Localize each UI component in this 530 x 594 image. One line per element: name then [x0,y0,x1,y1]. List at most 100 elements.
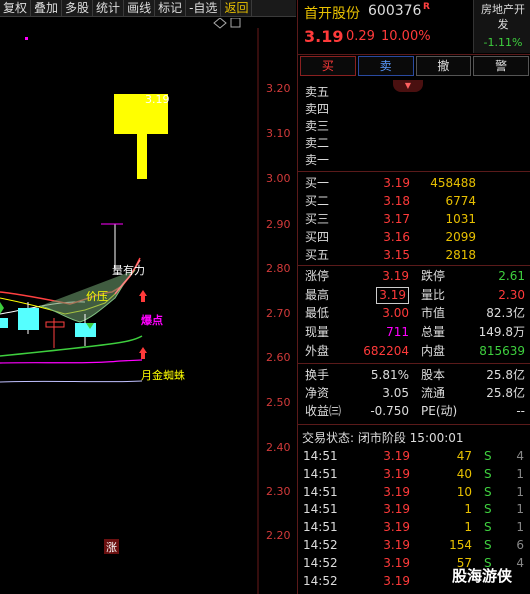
toolbar-stats-button[interactable]: 统计 [93,0,125,16]
limit-up-tag-label: 涨 [106,541,117,554]
bid-row[interactable]: 买四 3.16 2099 [298,229,530,246]
diamond-icon[interactable] [213,18,227,29]
toolbar-fuquan-button[interactable]: 复权 [0,0,32,16]
ask-row[interactable]: 卖一 [298,152,530,169]
cancel-order-button[interactable]: 撤 [415,56,472,76]
toolbar-overlay-button[interactable]: 叠加 [31,0,63,16]
tick-volume: 1 [464,520,472,534]
window-box-icon[interactable] [230,18,241,28]
ask-row[interactable]: 卖五 [298,84,530,101]
tick-row: 14:51 3.19 40 S 1 [298,466,530,483]
tick-price: 3.19 [383,538,410,552]
stat-label: 量比 [421,288,446,302]
bid-price: 3.18 [383,194,410,208]
ask-row[interactable]: 卖四 [298,101,530,118]
stat-label: 最高 [305,288,330,302]
bid-label: 买二 [305,194,330,208]
tick-side: S [484,502,492,516]
stat-eps: 收益㈢ -0.750 [305,403,409,420]
ma-magenta-line [0,359,143,364]
stock-terminal: 复权 叠加 多股 统计 画线 标记 -自选 返回 3.20 3.10 3.00 … [0,0,530,594]
toolbar-multi-stock-button[interactable]: 多股 [62,0,94,16]
sell-button[interactable]: 卖 [357,56,414,76]
tick-volume: 1 [464,502,472,516]
tick-volume: 10 [456,485,472,499]
tick-side: S [484,449,492,463]
stat-label: 流通 [421,386,446,400]
candle [0,318,8,328]
tick-time: 14:51 [303,467,338,481]
stat-label: 现量 [305,325,330,339]
stat-inner-volume: 内盘 815639 [421,343,525,360]
bid-label: 买五 [305,248,330,262]
tick-price: 3.19 [383,467,410,481]
stat-label: 跌停 [421,269,446,283]
quote-panel: 首开股份 600376 R 3.19 0.29 10.00% 房地产开发 -1.… [297,0,530,594]
buy-button[interactable]: 买 [300,56,356,76]
bid-row[interactable]: 买五 3.15 2818 [298,247,530,264]
price-label: 3.00 [266,172,291,185]
stat-value: 815639 [479,344,525,358]
tick-time: 14:52 [303,556,338,570]
toolbar-back-button[interactable]: 返回 [221,0,253,16]
stat-turnover: 换手 5.81% [305,367,409,384]
price-label: 2.80 [266,262,291,275]
tick-price: 3.19 [383,485,410,499]
price-label: 2.20 [266,529,291,542]
toolbar-draw-line-button[interactable]: 画线 [124,0,156,16]
bid-row[interactable]: 买三 3.17 1031 [298,211,530,228]
stat-value: 3.19 [376,287,409,304]
stock-name[interactable]: 首开股份 [304,3,360,23]
stat-label: 市值 [421,306,446,320]
tick-side: S [484,485,492,499]
stat-value: 5.81% [370,368,409,382]
bid-row[interactable]: 买一 3.19 458488 [298,175,530,192]
tick-time: 14:51 [303,449,338,463]
tick-time: 14:52 [303,538,338,552]
bid-label: 买一 [305,176,330,190]
tick-row: 14:51 3.19 1 S 1 [298,501,530,518]
stat-label: 最低 [305,306,330,320]
toolbar-remove-watchlist-button[interactable]: -自选 [186,0,222,16]
stat-label: 总量 [421,325,446,339]
bid-row[interactable]: 买二 3.18 6774 [298,193,530,210]
kline-chart[interactable]: 3.20 3.10 3.00 2.90 2.80 2.70 2.60 2.50 … [0,18,296,594]
stat-value: 149.8万 [478,325,525,339]
stat-high: 最高 3.19 [305,287,409,304]
tick-count: 1 [516,485,524,499]
tick-price: 3.19 [383,449,410,463]
toolbar-mark-button[interactable]: 标记 [155,0,187,16]
stat-value: 82.3亿 [486,306,525,320]
chart-toolbar: 复权 叠加 多股 统计 画线 标记 -自选 返回 [0,0,296,17]
price-pressure-label: 价压 [86,290,108,303]
tick-side: S [484,520,492,534]
ask-row[interactable]: 卖二 [298,135,530,152]
tick-row: 14:52 3.19 154 S 6 [298,537,530,554]
divider [298,54,530,55]
stat-value: -- [516,404,525,418]
stat-label: 收益㈢ [305,404,342,418]
stat-nav: 净资 3.05 [305,385,409,402]
tick-volume: 40 [456,467,472,481]
bid-price: 3.15 [383,248,410,262]
tick-count: 1 [516,467,524,481]
alert-button[interactable]: 警 [473,56,529,76]
bid-price: 3.16 [383,230,410,244]
divider [298,265,530,266]
tick-row: 14:51 3.19 1 S 1 [298,519,530,536]
tick-side: S [484,467,492,481]
tick-time: 14:51 [303,502,338,516]
ask-row[interactable]: 卖三 [298,118,530,135]
stat-value: 3.05 [382,386,409,400]
stat-outer-volume: 外盘 682204 [305,343,409,360]
stat-value: -0.750 [370,404,409,418]
volume-strong-label: 量有力 [112,263,145,277]
tick-time: 14:52 [303,574,338,588]
tick-row: 14:51 3.19 10 S 1 [298,484,530,501]
divider [298,424,530,425]
stat-pe: PE(动) -- [421,403,525,420]
watermark-text: 股海游侠 [452,567,513,585]
tick-volume: 47 [456,449,472,463]
sector-box[interactable]: 房地产开发 -1.11% [473,0,530,53]
bid-price: 3.17 [383,212,410,226]
